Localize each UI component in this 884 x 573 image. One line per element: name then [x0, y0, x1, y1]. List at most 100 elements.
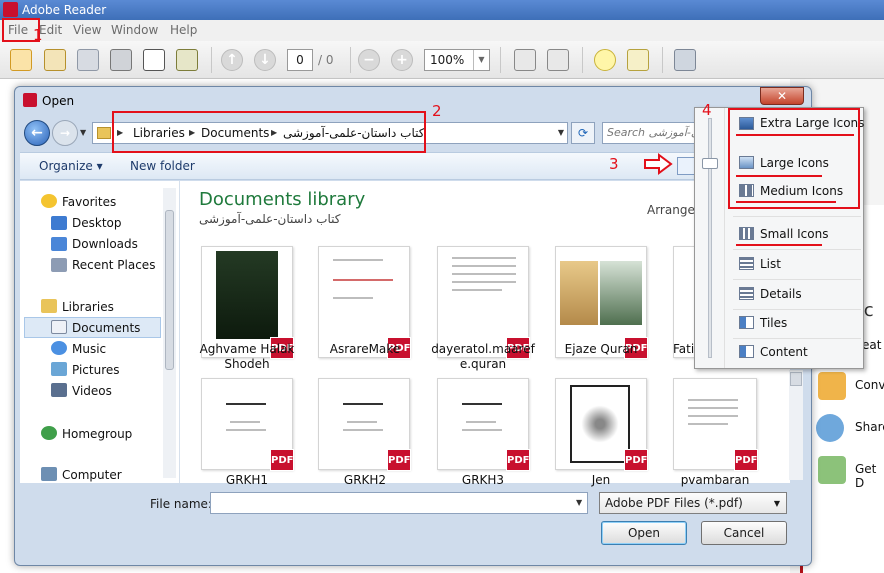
file-name-label[interactable]: AsrareMake: [310, 342, 420, 357]
pdf-file-icon: PDF: [270, 449, 294, 471]
file-name-label[interactable]: Fati: [673, 342, 695, 357]
nav-favorites[interactable]: Favorites: [62, 195, 116, 209]
view-size-slider[interactable]: [708, 118, 712, 358]
view-small-icons[interactable]: Small Icons: [760, 227, 828, 241]
file-thumbnail[interactable]: PDF: [201, 378, 294, 471]
background-text-fragment: eat: [862, 338, 882, 352]
nav-documents[interactable]: Documents: [72, 321, 140, 335]
chevron-down-icon[interactable]: ▼: [80, 128, 86, 137]
menu-view[interactable]: View: [73, 23, 101, 37]
file-name-label[interactable]: dayeratol.maaref e.quran: [428, 342, 538, 372]
text-line: [226, 429, 266, 431]
file-name-input[interactable]: [210, 492, 588, 514]
view-details[interactable]: Details: [760, 287, 802, 301]
chevron-down-icon[interactable]: ▼: [473, 50, 489, 70]
view-tiles[interactable]: Tiles: [760, 316, 787, 330]
back-arrow-icon[interactable]: ←: [24, 120, 50, 146]
text-line: [462, 403, 502, 405]
file-name-label[interactable]: GRKH1: [192, 473, 302, 488]
menu-separator: [733, 309, 861, 310]
refresh-icon[interactable]: ⟳: [571, 122, 595, 144]
view-content[interactable]: Content: [760, 345, 808, 359]
toolbar-separator: [662, 47, 663, 73]
page-number-input[interactable]: 0: [287, 49, 313, 71]
sign-icon[interactable]: [176, 49, 198, 71]
toolbar-separator: [500, 47, 501, 73]
nav-videos[interactable]: Videos: [72, 384, 112, 398]
file-thumbnail[interactable]: PDF: [555, 378, 648, 471]
print-icon[interactable]: [110, 49, 132, 71]
close-button[interactable]: ✕: [760, 87, 804, 105]
pdf-file-icon: PDF: [734, 449, 758, 471]
chevron-down-icon[interactable]: ▼: [774, 499, 780, 508]
content-scrollbar-thumb[interactable]: [790, 372, 802, 386]
new-folder-button[interactable]: New folder: [130, 159, 195, 173]
file-type-value: Adobe PDF Files (*.pdf): [605, 496, 743, 510]
comment-icon[interactable]: [594, 49, 616, 71]
nav-computer[interactable]: Computer: [62, 468, 122, 482]
nav-homegroup[interactable]: Homegroup: [62, 427, 132, 441]
nav-pictures[interactable]: Pictures: [72, 363, 120, 377]
zoom-select[interactable]: 100% ▼: [424, 49, 490, 71]
text-line: [343, 403, 383, 405]
nav-music[interactable]: Music: [72, 342, 106, 356]
nav-desktop[interactable]: Desktop: [72, 216, 122, 230]
file-thumbnail[interactable]: PDF: [318, 378, 411, 471]
chevron-down-icon[interactable]: ▼: [558, 128, 564, 137]
computer-icon: [41, 467, 57, 481]
file-thumbnail[interactable]: PDF: [673, 378, 758, 471]
previous-page-icon[interactable]: ↑: [221, 49, 243, 71]
zoom-value: 100%: [430, 53, 465, 67]
pictures-icon: [51, 362, 67, 376]
file-name-label[interactable]: Aghvame Halak Shodeh: [192, 342, 302, 372]
file-name-label[interactable]: GRKH2: [310, 473, 420, 488]
file-name-label[interactable]: GRKH3: [428, 473, 538, 488]
list-icon: [739, 257, 754, 270]
forward-arrow-icon[interactable]: →: [52, 120, 78, 146]
next-page-icon[interactable]: ↓: [254, 49, 276, 71]
create-pdf-icon[interactable]: [44, 49, 66, 71]
scroll-mode-icon[interactable]: [514, 49, 536, 71]
open-button[interactable]: Open: [601, 521, 687, 545]
search-input[interactable]: Search کتاب داستان-علمی-آموزشی: [602, 122, 698, 144]
annotation-number: 2: [432, 102, 442, 120]
chevron-down-icon[interactable]: ▼: [576, 498, 582, 507]
toolbar-separator: [582, 47, 583, 73]
videos-icon: [51, 383, 67, 397]
view-size-slider-handle[interactable]: [702, 158, 718, 169]
file-name-label[interactable]: Ejaze Quran: [546, 342, 656, 357]
details-icon: [739, 287, 754, 300]
app-title: Adobe Reader: [22, 3, 107, 17]
expand-icon[interactable]: [674, 49, 696, 71]
view-list[interactable]: List: [760, 257, 781, 271]
libraries-icon: [41, 299, 57, 313]
menu-separator: [733, 249, 861, 250]
organize-button[interactable]: Organize ▾: [39, 159, 103, 173]
nav-scrollbar-thumb[interactable]: [165, 210, 174, 370]
zoom-in-icon[interactable]: +: [391, 49, 413, 71]
nav-recent-places[interactable]: Recent Places: [72, 258, 155, 272]
view-menu-gutter: [724, 108, 725, 368]
email-icon[interactable]: [143, 49, 165, 71]
nav-downloads[interactable]: Downloads: [72, 237, 138, 251]
content-scrollbar[interactable]: [789, 370, 803, 480]
text-line: [688, 399, 738, 401]
open-file-icon[interactable]: [10, 49, 32, 71]
menu-help[interactable]: Help: [170, 23, 197, 37]
menu-window[interactable]: Window: [111, 23, 158, 37]
fit-page-icon[interactable]: [547, 49, 569, 71]
nav-libraries[interactable]: Libraries: [62, 300, 114, 314]
convert-icon: [818, 372, 846, 400]
annotation-number: 3: [609, 155, 619, 173]
menubar: File Edit View Window Help: [0, 20, 884, 41]
file-thumbnail[interactable]: PDF: [437, 378, 530, 471]
cancel-button[interactable]: Cancel: [701, 521, 787, 545]
file-name-label[interactable]: Jen: [546, 473, 656, 488]
save-icon[interactable]: [77, 49, 99, 71]
annotation-box-icon-sizes: [728, 108, 860, 209]
file-name-label[interactable]: pvambaran: [660, 473, 770, 488]
file-type-select[interactable]: Adobe PDF Files (*.pdf) ▼: [599, 492, 787, 514]
highlight-icon[interactable]: [627, 49, 649, 71]
small-icons-icon: [739, 227, 754, 240]
zoom-out-icon[interactable]: −: [358, 49, 380, 71]
